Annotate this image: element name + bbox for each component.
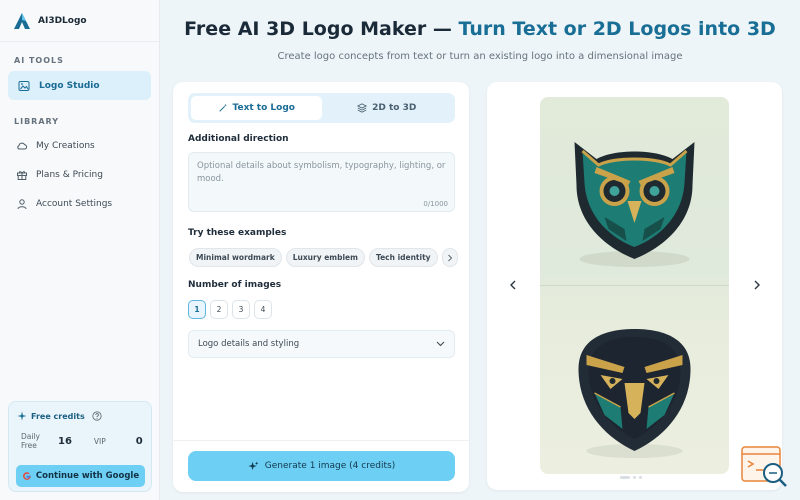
page-title: Free AI 3D Logo Maker — Turn Text or 2D …: [184, 18, 776, 40]
carousel-indicators: [620, 476, 642, 479]
divider: [173, 440, 469, 441]
direction-label: Additional direction: [188, 134, 289, 144]
logo-details-dropdown[interactable]: Logo details and styling: [188, 330, 455, 358]
sidebar-item-plans-pricing[interactable]: Plans & Pricing: [8, 160, 151, 189]
example-chip[interactable]: Luxury emblem: [285, 248, 365, 267]
daily-free-label: Daily Free: [21, 432, 40, 450]
sparkles-icon: [248, 460, 259, 470]
carousel-dot-active[interactable]: [620, 476, 630, 479]
character-counter: 0/1000: [423, 200, 448, 208]
generate-button-label: Generate 1 image (4 credits): [264, 461, 396, 471]
credits-title: Free credits: [31, 411, 85, 421]
page-subtitle: Create logo concepts from text or turn a…: [277, 51, 683, 62]
carousel-dot[interactable]: [633, 476, 636, 479]
preview-image[interactable]: [540, 97, 729, 474]
support-chat-icon[interactable]: [741, 446, 791, 491]
logo-form-panel: Text to Logo 2D to 3D Additional directi…: [173, 82, 469, 492]
help-circle-icon[interactable]: [92, 411, 102, 421]
count-option-4[interactable]: 4: [254, 300, 272, 319]
sidebar: AI3DLogo AI TOOLS Logo Studio LIBRARY My…: [0, 0, 160, 500]
sidebar-item-label: Logo Studio: [39, 80, 100, 91]
chevron-down-icon: [436, 341, 445, 347]
daily-free-value: 16: [57, 435, 72, 447]
image-count-selector: 1 2 3 4: [188, 300, 272, 319]
vip-value: 0: [135, 435, 143, 447]
carousel-dot[interactable]: [639, 476, 642, 479]
gift-icon: [17, 170, 27, 180]
example-chips: Minimal wordmark Luxury emblem Tech iden…: [189, 248, 458, 267]
user-icon: [17, 198, 27, 209]
example-chip[interactable]: Minimal wordmark: [189, 248, 282, 267]
app-logo-icon: [14, 12, 30, 29]
mode-tabs: Text to Logo 2D to 3D: [188, 93, 455, 123]
sidebar-item-label: My Creations: [36, 140, 95, 151]
vip-label: VIP: [93, 436, 106, 446]
layers-icon: [357, 103, 368, 113]
count-label: Number of images: [188, 280, 282, 290]
image-divider: [540, 285, 729, 286]
carousel-prev-button[interactable]: [507, 279, 519, 291]
magic-wand-icon: [218, 103, 227, 112]
sidebar-item-logo-studio[interactable]: Logo Studio: [8, 71, 151, 100]
direction-textarea[interactable]: Optional details about symbolism, typogr…: [188, 152, 455, 212]
count-option-1[interactable]: 1: [188, 300, 206, 319]
cloud-icon: [17, 142, 28, 149]
google-signin-button[interactable]: Continue with Google: [16, 465, 145, 487]
credits-card: Free credits Daily Free 16 VIP 0 Continu…: [8, 401, 152, 492]
example-chip[interactable]: Tech identity: [368, 248, 438, 267]
preview-panel: [487, 82, 782, 490]
generate-button[interactable]: Generate 1 image (4 credits): [188, 451, 455, 481]
section-label-ai-tools: AI TOOLS: [14, 56, 64, 65]
count-option-2[interactable]: 2: [210, 300, 228, 319]
chips-scroll-right-button[interactable]: [441, 248, 458, 267]
sidebar-item-my-creations[interactable]: My Creations: [8, 131, 151, 160]
sidebar-item-account-settings[interactable]: Account Settings: [8, 189, 151, 218]
sidebar-item-label: Account Settings: [36, 198, 113, 209]
tab-text-to-logo[interactable]: Text to Logo: [191, 96, 322, 120]
sparkle-icon: [17, 411, 27, 421]
direction-placeholder: Optional details about symbolism, typogr…: [197, 161, 446, 184]
count-option-3[interactable]: 3: [232, 300, 250, 319]
google-button-label: Continue with Google: [35, 471, 140, 481]
tab-2d-to-3d[interactable]: 2D to 3D: [322, 96, 453, 120]
chevron-right-icon: [447, 254, 452, 261]
carousel-next-button[interactable]: [751, 279, 763, 291]
sidebar-item-label: Plans & Pricing: [36, 169, 103, 180]
google-icon: [22, 472, 31, 480]
image-icon: [18, 80, 30, 91]
examples-label: Try these examples: [188, 228, 287, 238]
dropdown-label: Logo details and styling: [198, 339, 300, 349]
app-name: AI3DLogo: [38, 15, 87, 26]
brand[interactable]: AI3DLogo: [0, 0, 159, 42]
section-label-library: LIBRARY: [14, 117, 60, 126]
